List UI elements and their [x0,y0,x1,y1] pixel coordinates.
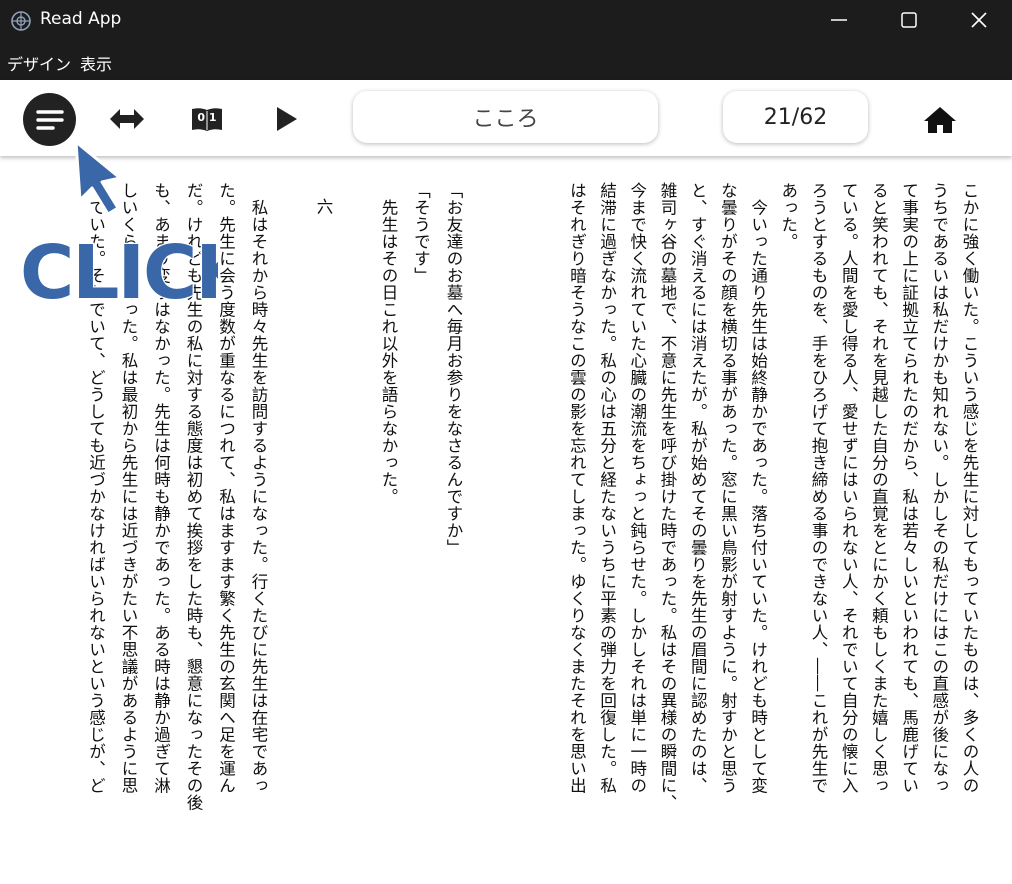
text-column: 「そうです」 [411,182,431,284]
home-button[interactable] [918,101,962,139]
text-column: な曇りがその顔を横切る事があった。窓に黒い鳥影が射すように。射すかと思う [718,182,738,794]
title-bar: Read App [0,0,1012,42]
page-layout-button[interactable]: 0 1 [188,104,226,134]
text-column: 先生はその日これ以外を語らなかった。 [379,182,398,505]
text-column: 今いった通り先生は始終静かであった。落ち付いていた。けれども時として変 [748,182,768,794]
text-column: て事実の上に証拠立てられたのだから、私は若々しいといわれても、馬鹿げてい [899,182,919,794]
app-logo-icon [11,11,31,31]
text-column: と、すぐ消えるには消えたが。私が始めてその曇りを先生の眉間に認めたのは、 [688,182,708,794]
text-column: ている。人間を愛し得る人、愛せずにはいられない人、それでいて自分の懐に入 [839,182,859,794]
book-title-display[interactable]: こころ [353,91,658,143]
text-column: 今まで快く流れていた心臓の潮流をちょっと鈍らせた。しかしそれは単に一時の [627,182,647,794]
minimize-button[interactable] [804,0,874,40]
text-column: 結滞に過ぎなかった。私の心は五分と経たないうちに平素の弾力を回復した。私 [597,182,617,794]
play-icon [277,107,297,131]
cursor-arrow-icon [74,140,122,216]
maximize-icon [901,12,917,28]
menu-design[interactable]: デザイン [7,51,71,75]
menu-bar: デザイン 表示 [0,42,1012,80]
text-column: ると笑われても、それを見越した自分の直覚をとにかく頼もしくまた嬉しく思っ [869,182,889,794]
text-column: はそれぎり暗そうなこの雲の影を忘れてしまった。ゆくりなくまたそれを思い出 [567,182,587,794]
text-column: こかに強く働いた。こういう感じを先生に対してもっていたものは、多くの人の [960,182,979,794]
swap-direction-icon [110,109,144,129]
click-label: CLICK [20,230,218,308]
text-column: 雑司ヶ谷の墓地で、不意に先生を呼び掛けた時であった。私はその異様の瞬間に、 [658,182,677,811]
text-column: うちであるいは私だけかも知れない。しかしその私だけにはこの直感が後になっ [929,182,949,794]
hamburger-menu-icon [35,109,64,130]
play-button[interactable] [268,102,304,136]
text-column: ろうとするものを、手をひろげて抱き締める事のできない人、――これが先生で [809,182,828,794]
maximize-button[interactable] [874,0,944,40]
minimize-icon [831,19,847,21]
home-icon [924,107,956,133]
page-direction-button[interactable] [106,102,148,136]
page-indicator[interactable]: 21/62 [723,91,868,143]
text-column: 「お友達のお墓へ毎月お参りをなさるんですか」 [444,182,463,556]
menu-view[interactable]: 表示 [80,51,112,75]
close-button[interactable] [944,0,1012,40]
close-icon [971,12,987,28]
click-annotation: CLICK [19,140,218,308]
text-column: 六 [314,198,333,215]
page-icon-digits: 0 1 [197,111,217,124]
text-column: あった。 [778,182,798,250]
window-title: Read App [40,9,122,29]
text-column: 私はそれから時々先生を訪問するようになった。行くたびに先生は在宅であっ [249,182,268,794]
